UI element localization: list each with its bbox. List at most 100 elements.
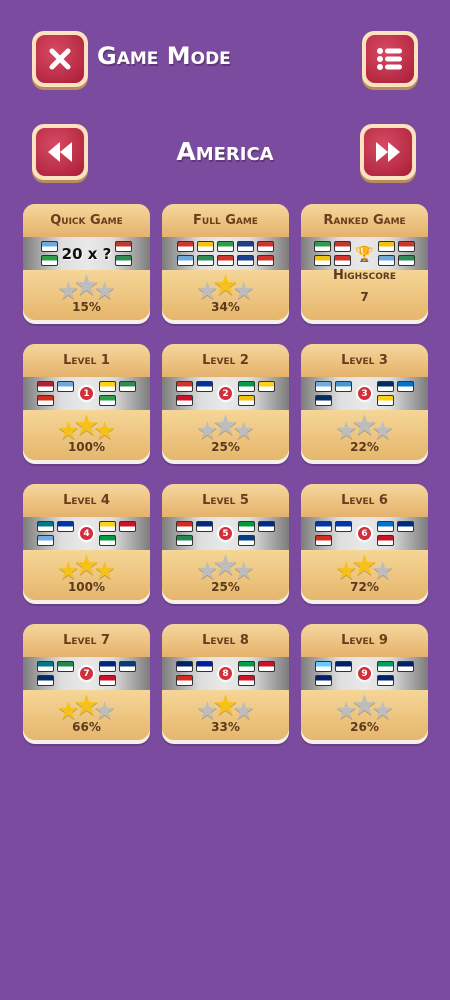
double-chevron-right-icon [376, 142, 400, 162]
flag-icon [238, 395, 255, 406]
flag-icon [176, 675, 193, 686]
level-number-badge: 2 [217, 385, 234, 402]
card-title: Level 1 [23, 344, 150, 377]
progress-percent: 34% [211, 300, 240, 314]
flag-preview: 🏆 [301, 237, 428, 270]
flag-icon [57, 661, 74, 672]
flag-icon [196, 661, 213, 672]
flag-icon [377, 675, 394, 686]
level-card-2[interactable]: Level 2 2 ★ ★ ★ 25% [162, 344, 289, 460]
flag-icon [237, 255, 254, 266]
flag-grid-right [377, 521, 414, 546]
flag-icon [377, 255, 395, 266]
flag-icon [377, 661, 394, 672]
flag-icon [177, 241, 194, 252]
flag-icon [238, 535, 255, 546]
level-card-3[interactable]: Level 3 3 ★ ★ ★ 22% [301, 344, 428, 460]
star-rating: ★ ★ ★ [301, 551, 428, 584]
star-rating: ★ ★ ★ [23, 551, 150, 584]
flag-grid-right [238, 381, 275, 406]
flag-preview [162, 237, 289, 270]
progress-percent: 72% [350, 580, 379, 594]
level-number-badge: 5 [217, 525, 234, 542]
flag-grid-right [238, 661, 275, 686]
progress-percent: 66% [72, 720, 101, 734]
flag-icon [176, 535, 193, 546]
level-card-8[interactable]: Level 8 8 ★ ★ ★ 33% [162, 624, 289, 740]
close-icon [49, 48, 71, 70]
flag-icon [238, 661, 255, 672]
star-rating: ★ ★ ★ [23, 268, 150, 304]
flag-icon [119, 521, 136, 532]
flag-icon [99, 675, 116, 686]
flag-grid-left [176, 381, 213, 406]
flag-grid-left [315, 381, 352, 406]
menu-button[interactable] [362, 31, 418, 87]
highscore-label: Highscore [333, 268, 396, 283]
level-number-badge: 9 [356, 665, 373, 682]
level-number-badge: 4 [78, 525, 95, 542]
flag-preview: 9 [301, 657, 428, 690]
star-icon: ★ [73, 268, 100, 302]
level-card-6[interactable]: Level 6 6 ★ ★ ★ 72% [301, 484, 428, 600]
flag-icon [99, 381, 116, 392]
star-icon: ★ [73, 688, 100, 722]
flag-grid-right [238, 521, 275, 546]
flag-grid [177, 241, 274, 266]
flag-icon [397, 661, 414, 672]
star-icon: ★ [212, 548, 239, 582]
level-number-badge: 6 [356, 525, 373, 542]
next-region-button[interactable] [360, 124, 416, 180]
level-card-1[interactable]: Level 1 1 ★ ★ ★ 100% [23, 344, 150, 460]
level-card-5[interactable]: Level 5 5 ★ ★ ★ 25% [162, 484, 289, 600]
quick-game-card[interactable]: Quick Game 20 x ? ★ ★ ★ 15% [23, 204, 150, 320]
flag-grid-left [176, 661, 213, 686]
card-title: Level 3 [301, 344, 428, 377]
flag-icon [176, 395, 193, 406]
level-number-badge: 7 [78, 665, 95, 682]
flag-icon [197, 241, 214, 252]
flag-icon [315, 381, 332, 392]
flag-icon [397, 381, 414, 392]
flag-grid-right [377, 381, 414, 406]
flag-icon [115, 241, 133, 252]
close-button[interactable] [32, 31, 88, 87]
flag-icon [57, 381, 74, 392]
flag-preview: 4 [23, 517, 150, 550]
full-game-card[interactable]: Full Game ★ ★ ★ 34% [162, 204, 289, 320]
star-icon: ★ [351, 688, 378, 722]
progress-percent: 22% [350, 440, 379, 454]
flag-preview: 6 [301, 517, 428, 550]
card-title: Full Game [162, 204, 289, 237]
trophy-icon: 🏆 [355, 244, 374, 263]
flag-icon [196, 381, 213, 392]
ranked-game-card[interactable]: Ranked Game 🏆 Highscore 7 [301, 204, 428, 320]
progress-percent: 15% [72, 300, 101, 314]
flag-icon [377, 381, 394, 392]
flag-icon [238, 521, 255, 532]
card-title: Level 4 [23, 484, 150, 517]
progress-percent: 25% [211, 440, 240, 454]
level-card-9[interactable]: Level 9 9 ★ ★ ★ 26% [301, 624, 428, 740]
star-icon: ★ [212, 688, 239, 722]
progress-percent: 26% [350, 720, 379, 734]
flag-grid-left [37, 521, 74, 546]
progress-percent: 25% [211, 580, 240, 594]
flag-preview: 8 [162, 657, 289, 690]
progress-percent: 100% [67, 440, 106, 454]
flag-grid-right [377, 241, 415, 266]
level-card-4[interactable]: Level 4 4 ★ ★ ★ 100% [23, 484, 150, 600]
star-rating: ★ ★ ★ [301, 408, 428, 444]
flag-icon [217, 241, 234, 252]
flag-grid-left [176, 521, 213, 546]
star-icon: ★ [351, 408, 378, 442]
flag-icon [37, 381, 54, 392]
flag-icon [258, 661, 275, 672]
flag-icon [237, 241, 254, 252]
flag-icon [196, 521, 213, 532]
flag-icon [315, 395, 332, 406]
flag-grid-left [315, 521, 352, 546]
card-title: Level 9 [301, 624, 428, 657]
level-card-7[interactable]: Level 7 7 ★ ★ ★ 66% [23, 624, 150, 740]
flag-grid-right [377, 661, 414, 686]
